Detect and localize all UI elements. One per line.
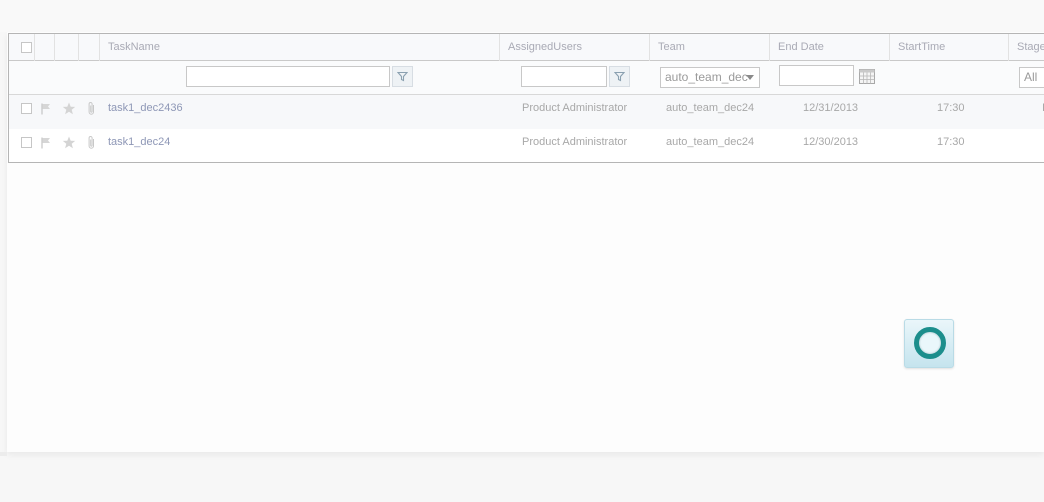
stage-filter-selected: All [1024,70,1038,84]
start-time-cell: 17:30 [937,102,965,114]
assignedusers-filter-input[interactable] [521,66,607,87]
team-filter-selected: auto_team_dec [665,70,748,84]
star-icon[interactable] [62,102,76,115]
taskname-filter-button[interactable] [392,66,413,87]
task-name-link[interactable]: task1_dec24 [108,129,170,162]
grid-header-row: TaskName AssignedUsers Team End Date Sta… [9,34,1044,61]
loading-indicator [904,319,954,368]
header-select-all-cell [9,34,35,61]
column-header-assignedusers[interactable]: AssignedUsers [500,34,650,61]
table-row[interactable]: task1_dec24 Product Administrator auto_t… [9,129,1044,162]
team-cell: auto_team_dec24 [666,136,755,148]
end-date-cell: 12/31/2013 [803,102,859,114]
header-star-col [55,34,79,61]
assignedusers-filter-button[interactable] [609,66,630,87]
column-header-starttime[interactable]: StartTime [890,34,1009,61]
filter-cell-team: auto_team_dec [650,61,770,95]
filter-funnel-icon [397,71,408,82]
flag-icon[interactable] [41,103,51,115]
filter-cell-end-date [770,61,890,95]
filter-funnel-icon [614,71,625,82]
table-row[interactable]: task1_dec2436 Product Administrator auto… [9,95,1044,129]
top-strip [0,0,1044,32]
end-date-filter-input[interactable] [779,65,854,86]
filter-cell-assignedusers [500,61,650,95]
select-all-checkbox[interactable] [21,42,32,53]
team-filter-dropdown[interactable]: auto_team_dec [660,67,760,88]
paperclip-icon[interactable] [87,135,96,150]
calendar-icon[interactable] [859,69,875,84]
chevron-down-icon [746,75,754,80]
task-name-link[interactable]: task1_dec2436 [108,95,183,129]
row-select-checkbox[interactable] [21,103,32,114]
end-date-cell: 12/30/2013 [803,136,859,148]
grid-filter-row: auto_team_dec All [9,61,1044,95]
task-grid: TaskName AssignedUsers Team End Date Sta… [8,33,1044,163]
column-header-team[interactable]: Team [650,34,770,61]
taskname-filter-input[interactable] [186,66,390,87]
column-header-end-date[interactable]: End Date [770,34,890,61]
team-cell: auto_team_dec24 [666,102,755,114]
start-time-cell: 17:30 [937,136,965,148]
column-header-stage[interactable]: Stage [1009,34,1044,61]
header-flag-col [35,34,55,61]
filter-cell-stage: All [1009,61,1044,95]
filter-cell-starttime [890,61,1009,95]
loading-spinner-icon [914,327,946,359]
filter-cell-taskname [9,61,500,95]
star-icon[interactable] [62,136,76,149]
paperclip-icon[interactable] [87,101,96,116]
row-select-checkbox[interactable] [21,137,32,148]
assigned-users-cell: Product Administrator [522,102,628,114]
panel-edge [0,452,7,456]
stage-filter-dropdown[interactable]: All [1019,67,1044,88]
flag-icon[interactable] [41,137,51,149]
assigned-users-cell: Product Administrator [522,136,628,148]
header-attachment-col [79,34,100,61]
column-header-taskname[interactable]: TaskName [100,34,500,61]
